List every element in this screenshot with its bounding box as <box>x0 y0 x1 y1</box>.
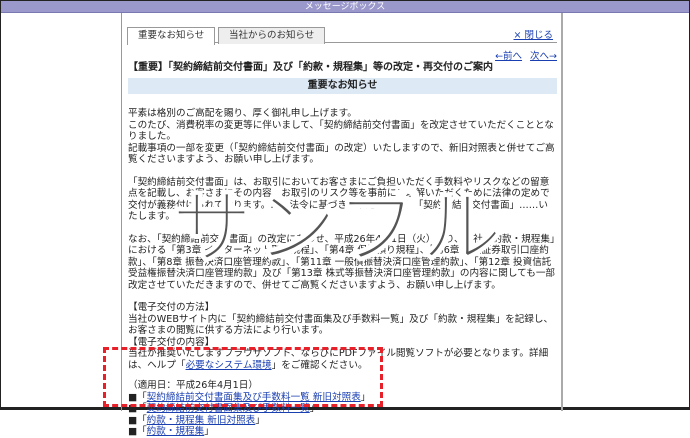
next-link[interactable]: 次へ→ <box>530 51 557 62</box>
prev-link[interactable]: ←前へ <box>495 51 522 62</box>
tab-company-news[interactable]: 当社からのお知らせ <box>218 27 326 44</box>
method-heading: 【電子交付の方法】 <box>128 302 215 313</box>
paragraph: 「契約締結前交付書面」は、お取引においてお客さまにご負担いただく手数料やリスクな… <box>128 176 550 223</box>
window-title: メッセージボックス <box>1 1 689 13</box>
paragraph: 平素は格別のご高配を賜り、厚く御礼申し上げます。 <box>128 108 357 119</box>
document-link[interactable]: 約款・規程集 新旧対照表 <box>147 415 256 426</box>
paragraph: なお、「契約締結前交付書面」の改定にあわせ、平成26年4月1日（火）より、当社「… <box>128 233 556 291</box>
paragraph: 記載事項の一部を変更（「契約締結前交付書面」の改定）いたしますので、新旧対照表と… <box>128 142 555 166</box>
paragraph: このたび、消費税率の変更等に伴いまして、「契約締結前交付書面」を改定させていただ… <box>128 119 554 143</box>
highlight-box <box>103 347 383 407</box>
document-link[interactable]: 約款・規程集 <box>147 426 205 437</box>
contents-heading: 【電子交付の内容】 <box>128 336 215 348</box>
method-text: 当社のWEBサイト内に「契約締結前交付書面集及び手数料一覧」及び「約款・規程集」… <box>128 313 554 337</box>
tab-bar: 重要なお知らせ 当社からのお知らせ × 閉じる <box>127 13 557 45</box>
section-band: 重要なお知らせ <box>128 78 557 94</box>
close-link[interactable]: × 閉じる <box>514 27 553 41</box>
headline: 【重要】「契約締結前交付書面」及び「約款・規程集」等の改定・再交付のご案内 <box>128 62 493 73</box>
pager: ←前へ 次へ→ <box>128 48 557 62</box>
tab-important[interactable]: 重要なお知らせ <box>127 27 216 45</box>
